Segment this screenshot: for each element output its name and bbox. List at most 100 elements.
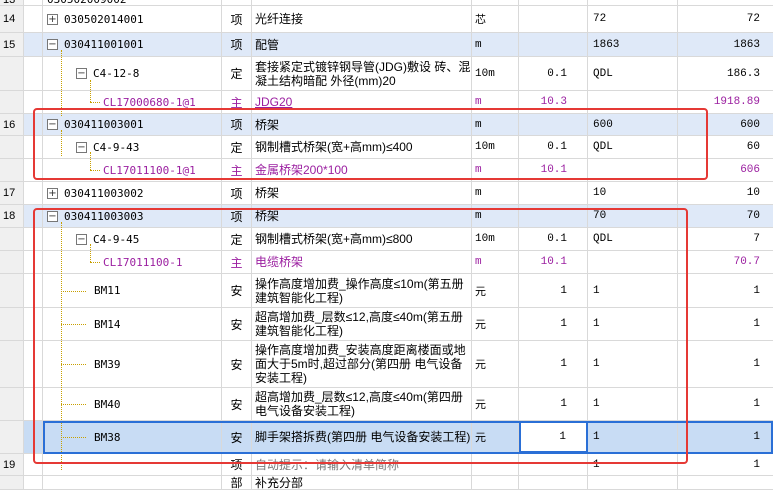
- item-quantity[interactable]: 10: [588, 182, 678, 204]
- item-coefficient[interactable]: 1: [519, 341, 588, 387]
- item-type[interactable]: 项: [222, 205, 252, 227]
- item-quantity[interactable]: 70: [588, 205, 678, 227]
- item-name[interactable]: JDG20: [252, 91, 472, 113]
- item-quantity[interactable]: 1: [588, 308, 678, 340]
- item-name[interactable]: 钢制槽式桥架(宽+高mm)≤800: [252, 228, 472, 250]
- item-name[interactable]: 桥架: [252, 205, 472, 227]
- item-total[interactable]: 1: [678, 341, 773, 387]
- item-code[interactable]: [43, 454, 222, 475]
- item-type[interactable]: 项: [222, 33, 252, 56]
- item-unit[interactable]: 元: [472, 388, 519, 420]
- table-row[interactable]: 19 项 自动提示：请输入清单简称 1 1: [0, 454, 773, 476]
- item-type[interactable]: 项: [222, 182, 252, 204]
- collapse-icon[interactable]: −: [47, 119, 58, 130]
- table-row[interactable]: − C4-12-8 定 套接紧定式镀锌钢导管(JDG)敷设 砖、混凝土结构暗配 外…: [0, 57, 773, 91]
- item-unit[interactable]: 10m: [472, 57, 519, 90]
- item-type[interactable]: 主: [222, 91, 252, 113]
- item-unit[interactable]: [472, 454, 519, 475]
- item-coefficient[interactable]: 10.1: [519, 251, 588, 273]
- table-row[interactable]: CL17011100-1 主 电缆桥架 m 10.1 70.7: [0, 251, 773, 274]
- item-coefficient[interactable]: 10.1: [519, 159, 588, 181]
- item-code-cell[interactable]: −030411003001: [43, 114, 222, 135]
- item-total[interactable]: 1: [678, 308, 773, 340]
- item-type[interactable]: 项: [222, 6, 252, 32]
- item-unit[interactable]: m: [472, 251, 519, 273]
- collapse-icon[interactable]: −: [76, 141, 87, 153]
- item-coefficient[interactable]: 1: [519, 274, 588, 307]
- item-name[interactable]: 操作高度增加费_操作高度≤10m(第五册建筑智能化工程): [252, 274, 472, 307]
- item-quantity[interactable]: 1: [588, 421, 678, 453]
- item-coefficient[interactable]: 0.1: [519, 136, 588, 158]
- item-name[interactable]: 套接紧定式镀锌钢导管(JDG)敷设 砖、混凝土结构暗配 外径(mm)20: [252, 57, 472, 90]
- item-coefficient[interactable]: 1: [519, 308, 588, 340]
- item-quantity[interactable]: 1: [588, 454, 678, 475]
- expand-icon[interactable]: +: [47, 13, 58, 25]
- item-type[interactable]: 项: [222, 114, 252, 135]
- item-unit[interactable]: m: [472, 114, 519, 135]
- coefficient-edit-cell[interactable]: 1: [519, 421, 588, 453]
- item-coefficient[interactable]: [519, 182, 588, 204]
- item-quantity[interactable]: 72: [588, 6, 678, 32]
- item-quantity[interactable]: 1: [588, 341, 678, 387]
- item-unit[interactable]: 10m: [472, 136, 519, 158]
- item-type[interactable]: 定: [222, 228, 252, 250]
- table-row[interactable]: 17 +030411003002 项 桥架 m 10 10: [0, 182, 773, 205]
- item-total[interactable]: 1918.89: [678, 91, 773, 113]
- item-name[interactable]: 金属桥架200*100: [252, 159, 472, 181]
- table-row[interactable]: 16 −030411003001 项 桥架 m 600 600: [0, 114, 773, 136]
- item-total[interactable]: 70.7: [678, 251, 773, 273]
- item-type[interactable]: 安: [222, 308, 252, 340]
- item-total[interactable]: 60: [678, 136, 773, 158]
- item-quantity[interactable]: QDL: [588, 136, 678, 158]
- item-unit[interactable]: m: [472, 159, 519, 181]
- table-row[interactable]: BM14 安 超高增加费_层数≤12,高度≤40m(第五册建筑智能化工程) 元 …: [0, 308, 773, 341]
- item-quantity[interactable]: QDL: [588, 228, 678, 250]
- item-name[interactable]: 补充分部: [252, 476, 472, 489]
- collapse-icon[interactable]: −: [47, 39, 58, 50]
- item-coefficient[interactable]: 0.1: [519, 228, 588, 250]
- item-name[interactable]: 配管: [252, 33, 472, 56]
- item-total[interactable]: 1: [678, 388, 773, 420]
- item-total[interactable]: 72: [678, 6, 773, 32]
- table-row[interactable]: − C4-9-45 定 钢制槽式桥架(宽+高mm)≤800 10m 0.1 QDL…: [0, 228, 773, 251]
- table-row-selected[interactable]: BM38 安 脚手架搭拆费(第四册 电气设备安装工程) 元 1 1 1: [0, 421, 773, 454]
- item-type[interactable]: 主: [222, 159, 252, 181]
- item-quantity[interactable]: 1: [588, 388, 678, 420]
- item-unit[interactable]: 10m: [472, 228, 519, 250]
- item-type[interactable]: 定: [222, 57, 252, 90]
- item-name[interactable]: 桥架: [252, 182, 472, 204]
- item-name[interactable]: 脚手架搭拆费(第四册 电气设备安装工程): [252, 421, 472, 453]
- item-type[interactable]: 部: [222, 476, 252, 489]
- item-unit[interactable]: 元: [472, 274, 519, 307]
- item-coefficient[interactable]: [519, 114, 588, 135]
- table-row[interactable]: CL17011100-1@1 主 金属桥架200*100 m 10.1 606: [0, 159, 773, 182]
- item-type[interactable]: 定: [222, 136, 252, 158]
- item-type[interactable]: 安: [222, 341, 252, 387]
- item-code-cell[interactable]: +030502014001: [43, 6, 222, 32]
- item-coefficient[interactable]: 1: [519, 388, 588, 420]
- item-code-cell[interactable]: −030411003003: [43, 205, 222, 227]
- item-unit[interactable]: 元: [472, 421, 519, 453]
- item-code-cell[interactable]: −030411001001: [43, 33, 222, 56]
- item-code-cell[interactable]: − C4-9-43: [43, 136, 222, 158]
- item-type[interactable]: 安: [222, 274, 252, 307]
- item-quantity[interactable]: 600: [588, 114, 678, 135]
- item-name[interactable]: 超高增加费_层数≤12,高度≤40m(第五册建筑智能化工程): [252, 308, 472, 340]
- item-type[interactable]: 安: [222, 388, 252, 420]
- item-unit[interactable]: m: [472, 91, 519, 113]
- table-row[interactable]: BM11 安 操作高度增加费_操作高度≤10m(第五册建筑智能化工程) 元 1 …: [0, 274, 773, 308]
- item-coefficient[interactable]: [519, 454, 588, 475]
- item-code[interactable]: CL17000680-1@1: [43, 91, 222, 113]
- expand-icon[interactable]: +: [47, 187, 58, 199]
- item-code-cell[interactable]: − C4-12-8: [43, 57, 222, 90]
- item-unit[interactable]: 元: [472, 308, 519, 340]
- item-total[interactable]: 600: [678, 114, 773, 135]
- table-row[interactable]: 14 +030502014001 项 光纤连接 芯 72 72: [0, 6, 773, 33]
- collapse-icon[interactable]: −: [76, 68, 87, 79]
- table-row[interactable]: CL17000680-1@1 主 JDG20 m 10.3 1918.89: [0, 91, 773, 114]
- collapse-icon[interactable]: −: [47, 210, 58, 222]
- table-row[interactable]: BM40 安 超高增加费_层数≤12,高度≤40m(第四册电气设备安装工程) 元…: [0, 388, 773, 421]
- item-quantity[interactable]: [588, 159, 678, 181]
- auto-hint-input[interactable]: 自动提示：请输入清单简称: [252, 454, 472, 475]
- item-name[interactable]: 操作高度增加费_安装高度距离楼面或地面大于5m时,超过部分(第四册 电气设备安装…: [252, 341, 472, 387]
